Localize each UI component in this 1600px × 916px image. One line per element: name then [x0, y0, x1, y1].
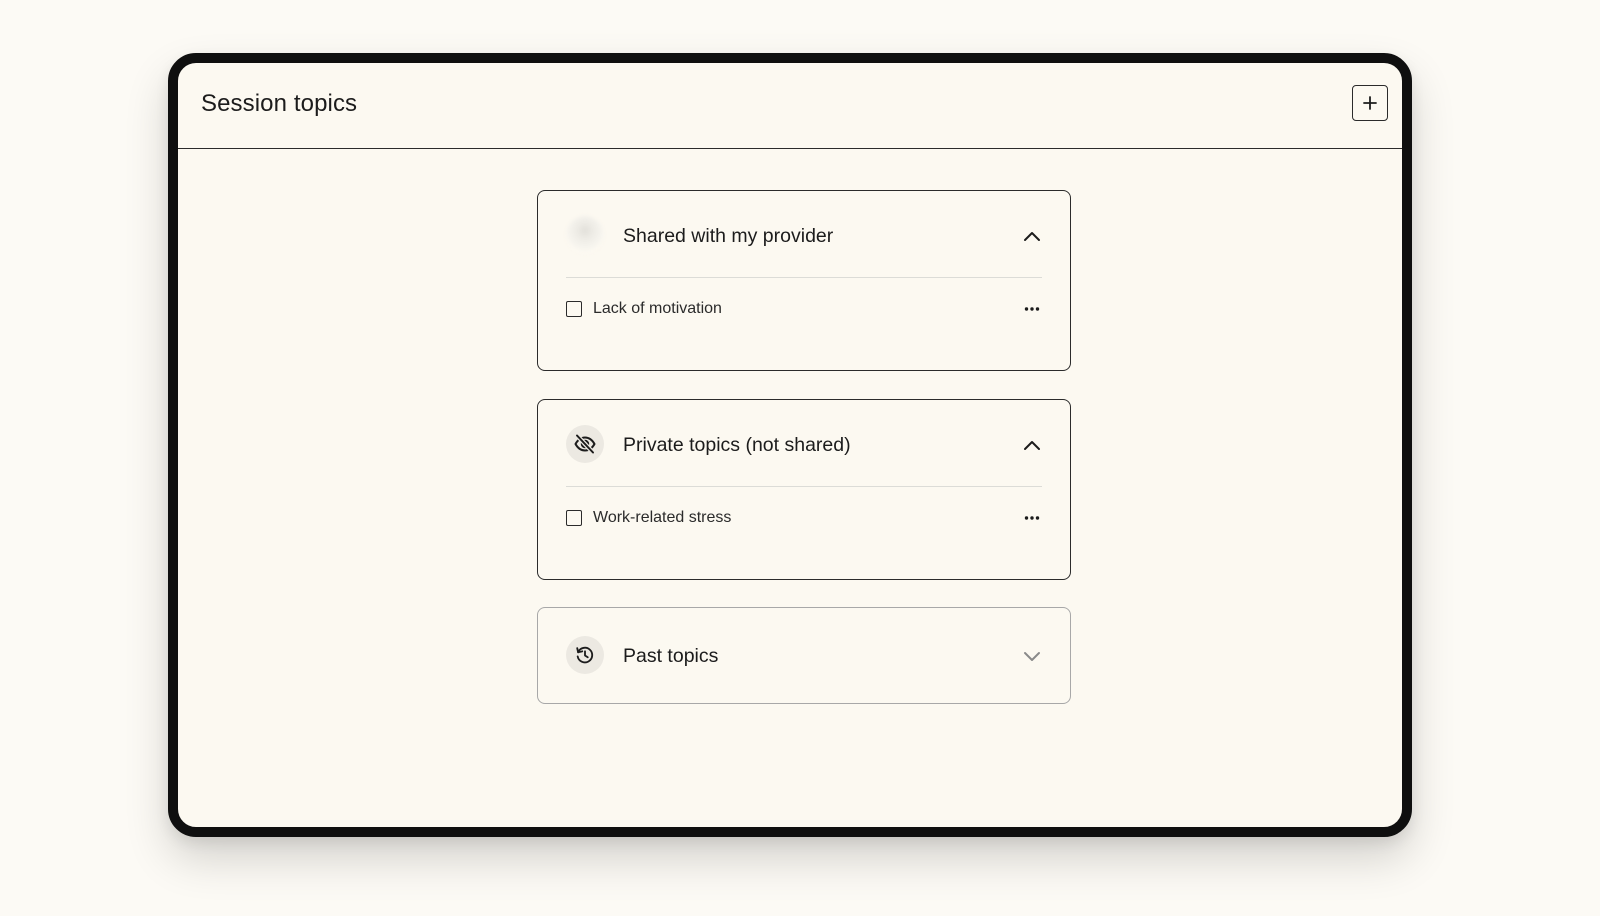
history-icon	[576, 646, 594, 664]
panel-header: Session topics	[178, 63, 1402, 149]
add-topic-button[interactable]	[1352, 85, 1388, 121]
shared-topics-card: Shared with my provider Lack of motivati…	[537, 190, 1071, 371]
shared-topics-header[interactable]: Shared with my provider	[566, 191, 1042, 278]
topic-label: Work-related stress	[593, 509, 732, 526]
more-horizontal-icon	[1024, 307, 1040, 311]
topic-more-button[interactable]	[1022, 508, 1042, 528]
past-topics-title: Past topics	[623, 645, 719, 667]
private-topics-card: Private topics (not shared) Work-related…	[537, 399, 1071, 580]
past-topics-header[interactable]: Past topics	[566, 608, 1042, 703]
shared-topics-title: Shared with my provider	[623, 225, 834, 247]
expand-past-toggle[interactable]	[1022, 646, 1042, 666]
topic-checkbox[interactable]	[566, 301, 582, 317]
topic-label: Lack of motivation	[593, 300, 722, 317]
topic-item: Lack of motivation	[566, 299, 1042, 321]
past-icon-badge	[566, 636, 604, 674]
topic-checkbox[interactable]	[566, 510, 582, 526]
private-icon-badge	[566, 425, 604, 463]
eye-off-icon	[574, 433, 596, 455]
page-title: Session topics	[201, 90, 358, 117]
plus-icon	[1363, 96, 1377, 110]
more-horizontal-icon	[1024, 516, 1040, 520]
session-topics-panel: Session topics Shared with my provider L…	[168, 53, 1412, 837]
collapse-shared-toggle[interactable]	[1022, 226, 1042, 246]
topic-item: Work-related stress	[566, 508, 1042, 530]
chevron-up-icon	[1024, 232, 1040, 241]
past-topics-card: Past topics	[537, 607, 1071, 704]
private-topics-title: Private topics (not shared)	[623, 434, 851, 456]
chevron-up-icon	[1024, 441, 1040, 450]
chevron-down-icon	[1024, 652, 1040, 661]
collapse-private-toggle[interactable]	[1022, 435, 1042, 455]
provider-avatar	[566, 216, 604, 254]
topic-more-button[interactable]	[1022, 299, 1042, 319]
private-topics-header[interactable]: Private topics (not shared)	[566, 400, 1042, 487]
